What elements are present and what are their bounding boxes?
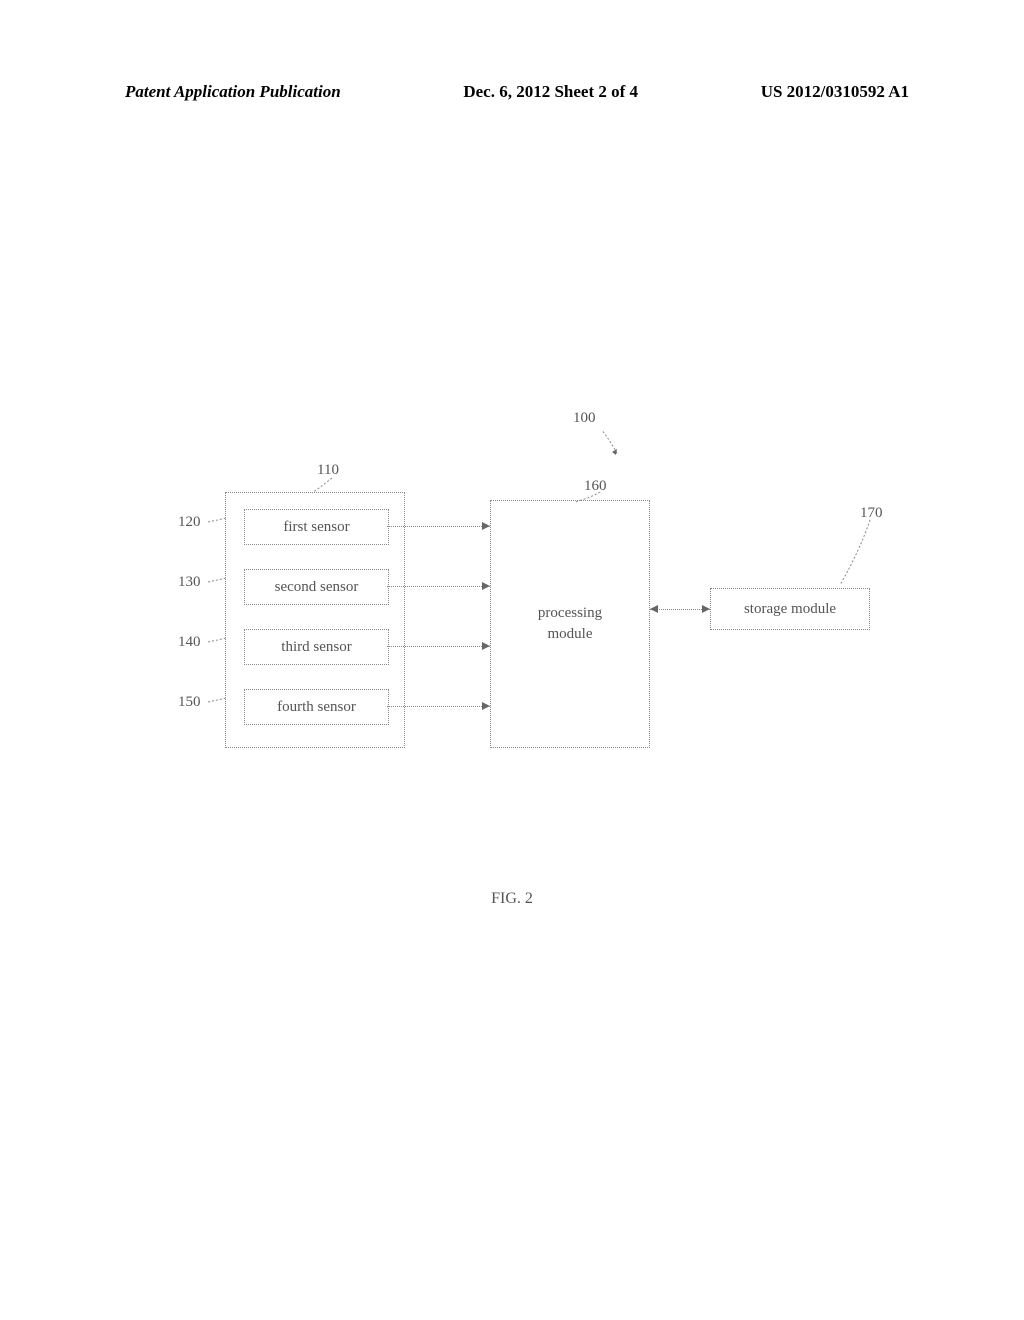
arrow-head-s1 <box>482 522 490 530</box>
arrow-head-s4 <box>482 702 490 710</box>
figure-caption: FIG. 2 <box>0 890 1024 908</box>
ref-label-system: 100 <box>573 410 596 427</box>
header-center: Dec. 6, 2012 Sheet 2 of 4 <box>463 82 638 102</box>
first-sensor-box: first sensor <box>244 509 389 545</box>
storage-module-box: storage module <box>710 588 870 630</box>
arrow-head-s2 <box>482 582 490 590</box>
ref-label-sensor3: 140 <box>178 634 201 651</box>
ref-label-sensor2: 130 <box>178 574 201 591</box>
arrow-head-ps-right <box>702 605 710 613</box>
processing-label: processing module <box>538 603 602 645</box>
arrow-line-ps <box>650 609 710 610</box>
arrow-line-s4 <box>387 706 490 707</box>
sensor-group-box: first sensor second sensor third sensor … <box>225 492 405 748</box>
fourth-sensor-box: fourth sensor <box>244 689 389 725</box>
arrow-line-s3 <box>387 646 490 647</box>
arrow-head-s3 <box>482 642 490 650</box>
processing-module-box: processing module <box>490 500 650 748</box>
page-header: Patent Application Publication Dec. 6, 2… <box>0 82 1024 102</box>
second-sensor-box: second sensor <box>244 569 389 605</box>
arrow-line-s1 <box>387 526 490 527</box>
ref-label-storage: 170 <box>860 505 883 522</box>
ref-label-sensor1: 120 <box>178 514 201 531</box>
ref-label-processing: 160 <box>584 478 607 495</box>
ref-label-sensor4: 150 <box>178 694 201 711</box>
ref-label-sensor-group: 110 <box>317 462 339 479</box>
block-diagram: 100 110 160 170 120 130 140 150 first se… <box>180 430 880 770</box>
arrow-head-ps-left <box>650 605 658 613</box>
header-left: Patent Application Publication <box>125 82 341 102</box>
third-sensor-box: third sensor <box>244 629 389 665</box>
header-right: US 2012/0310592 A1 <box>761 82 909 102</box>
arrow-line-s2 <box>387 586 490 587</box>
